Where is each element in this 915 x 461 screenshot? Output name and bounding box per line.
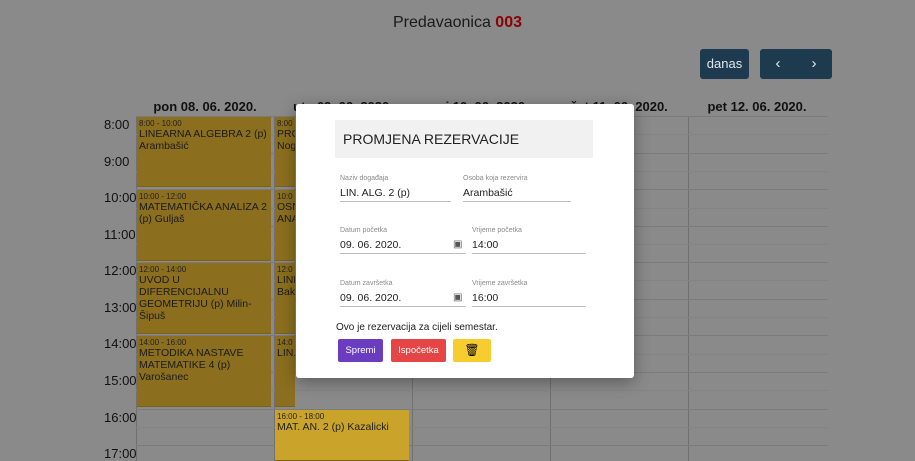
event-block[interactable]: 8:00 PRO Nog: [275, 117, 295, 187]
day-header-fri: pet 12. 06. 2020.: [707, 99, 807, 114]
event-block[interactable]: 12:0 LINE Bak: [275, 263, 295, 334]
hour-label: 17:00: [104, 446, 137, 461]
end-date-label: Datum završetka: [340, 280, 393, 287]
half-hour-gridline: [136, 427, 828, 428]
event-block[interactable]: 16:00 - 18:00 MAT. AN. 2 (p) Kazalicki: [275, 410, 409, 461]
edit-reservation-dialog: PROMJENA REZERVACIJE Naziv događaja LIN.…: [296, 104, 634, 378]
hour-label: 11:00: [104, 227, 136, 242]
start-date-label: Datum početka: [340, 227, 388, 234]
calendar-icon[interactable]: ▣: [453, 239, 462, 250]
end-time-label: Vrijeme završetka: [472, 280, 528, 287]
event-time: 10:0: [277, 192, 293, 201]
hour-label: 15:00: [104, 373, 137, 388]
hour-label: 16:00: [104, 410, 137, 425]
end-date-field[interactable]: Datum završetka 09. 06. 2020. ▣: [340, 280, 466, 307]
start-date-input[interactable]: 09. 06. 2020.: [340, 237, 466, 254]
hour-gridline: [136, 409, 828, 410]
hour-label: 13:00: [104, 300, 137, 315]
event-block[interactable]: 12:00 - 14:00 UVOD U DIFERENCIJALNU GEOM…: [137, 263, 271, 334]
event-block[interactable]: 8:00 - 10:00 LINEARNA ALGEBRA 2 (p) Aram…: [137, 117, 271, 187]
event-time: 10:00 - 12:00: [139, 192, 187, 201]
event-title: OSN ANA: [277, 201, 295, 225]
event-name-field[interactable]: Naziv događaja LIN. ALG. 2 (p): [340, 175, 451, 202]
event-block[interactable]: 10:0 OSN ANA: [275, 190, 295, 261]
chevron-right-icon[interactable]: ›: [796, 49, 832, 79]
hour-label: 14:00: [104, 336, 137, 351]
start-time-field[interactable]: Vrijeme početka 14:00: [472, 227, 586, 254]
semester-note: Ovo je rezervacija za cijeli semestar.: [336, 322, 498, 333]
event-name-label: Naziv događaja: [340, 175, 389, 182]
hour-label: 12:00: [104, 263, 137, 278]
event-title: LIN.: [277, 347, 295, 359]
calendar-icon[interactable]: ▣: [453, 292, 462, 303]
event-time: 14:0: [277, 338, 293, 347]
event-time: 14:00 - 16:00: [139, 338, 187, 347]
hour-gridline: [136, 445, 828, 446]
today-button[interactable]: danas: [700, 49, 749, 79]
end-date-input[interactable]: 09. 06. 2020.: [340, 290, 466, 307]
event-time: 12:0: [277, 265, 293, 274]
event-time: 12:00 - 14:00: [139, 265, 187, 274]
person-label: Osoba koja rezervira: [463, 175, 528, 182]
event-title: LINEARNA ALGEBRA 2 (p) Arambašić: [139, 128, 267, 152]
hour-label: 8:00: [104, 117, 130, 132]
page-title: Predavaonica 003: [0, 14, 915, 32]
start-date-field[interactable]: Datum početka 09. 06. 2020. ▣: [340, 227, 466, 254]
event-title: UVOD U DIFERENCIJALNU GEOMETRIJU (p) Mil…: [139, 274, 252, 322]
event-title: METODIKA NASTAVE MATEMATIKE 4 (p) Varoša…: [139, 347, 244, 383]
dialog-title: PROMJENA REZERVACIJE: [335, 120, 593, 158]
event-time: 16:00 - 18:00: [277, 412, 325, 421]
event-block[interactable]: 14:0 LIN.: [275, 336, 295, 407]
event-block[interactable]: 14:00 - 16:00 METODIKA NASTAVE MATEMATIK…: [137, 336, 271, 407]
event-title: LINE Bak: [277, 274, 295, 298]
event-name-input[interactable]: LIN. ALG. 2 (p): [340, 185, 451, 202]
reset-button[interactable]: Ispočetka: [391, 339, 446, 362]
event-time: 8:00 - 10:00: [139, 119, 182, 128]
event-block[interactable]: 10:00 - 12:00 MATEMATIČKA ANALIZA 2 (p) …: [137, 190, 271, 261]
day-header-mon: pon 08. 06. 2020.: [153, 99, 257, 114]
person-field[interactable]: Osoba koja rezervira Arambašić: [463, 175, 571, 202]
hour-label: 10:00: [104, 190, 137, 205]
event-title: MAT. AN. 2 (p) Kazalicki: [277, 421, 389, 433]
event-title: PRO Nog: [277, 128, 295, 152]
event-title: MATEMATIČKA ANALIZA 2 (p) Guljaš: [139, 201, 267, 225]
event-time: 8:00: [277, 119, 293, 128]
page-title-prefix: Predavaonica: [393, 14, 491, 31]
hour-label: 9:00: [104, 154, 130, 169]
start-time-label: Vrijeme početka: [472, 227, 522, 234]
chevron-left-icon[interactable]: ‹: [760, 49, 796, 79]
save-button[interactable]: Spremi: [338, 339, 383, 362]
end-time-field[interactable]: Vrijeme završetka 16:00: [472, 280, 586, 307]
start-time-input[interactable]: 14:00: [472, 237, 586, 254]
end-time-input[interactable]: 16:00: [472, 290, 586, 307]
room-number: 003: [495, 14, 522, 31]
trash-icon[interactable]: 🗑: [453, 339, 491, 362]
person-input[interactable]: Arambašić: [463, 185, 571, 202]
